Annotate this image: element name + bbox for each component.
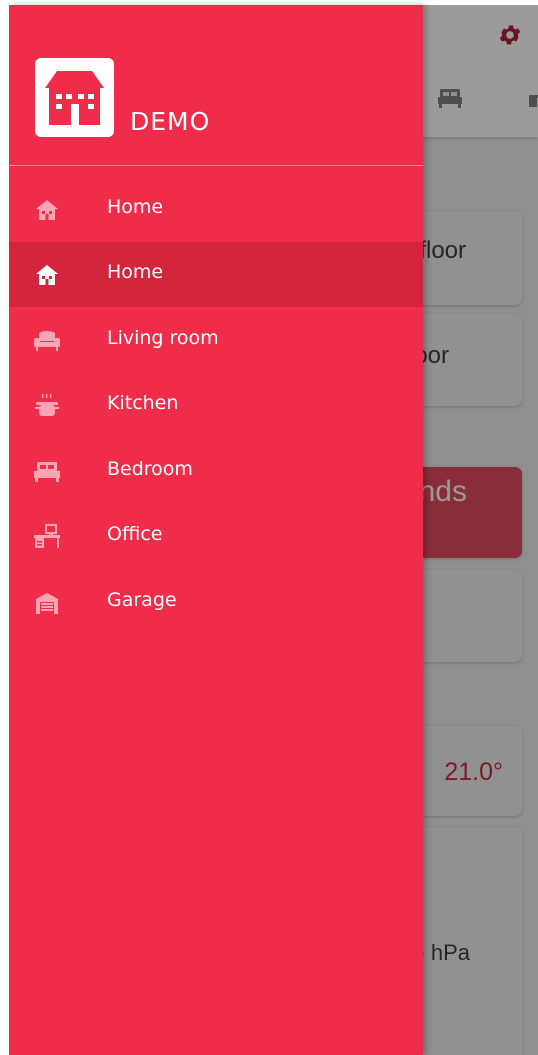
- desk-icon: [33, 524, 61, 550]
- drawer-item-label: Living room: [107, 327, 219, 349]
- gear-icon: [499, 25, 521, 45]
- navigation-drawer: DEMO Home Home Living room Kitchen Bedro…: [9, 5, 423, 1055]
- drawer-item-label: Home: [107, 261, 164, 283]
- drawer-item-living-room[interactable]: Living room: [9, 308, 423, 373]
- app-logo: [35, 58, 114, 137]
- drawer-item-label: Bedroom: [107, 458, 193, 480]
- drawer-item-home[interactable]: Home: [9, 177, 423, 242]
- tab-office[interactable]: [529, 87, 538, 113]
- desk-icon: [529, 95, 538, 107]
- home-icon: [33, 262, 61, 288]
- garage-icon: [33, 590, 61, 616]
- bed-icon: [438, 89, 462, 108]
- app-name: DEMO: [130, 107, 211, 136]
- drawer-header: DEMO: [9, 5, 423, 166]
- bed-icon: [33, 459, 61, 485]
- drawer-item-label: Kitchen: [107, 392, 179, 414]
- drawer-item-label: Office: [107, 523, 163, 545]
- drawer-item-bedroom[interactable]: Bedroom: [9, 439, 423, 504]
- home-icon: [33, 197, 61, 223]
- settings-button[interactable]: [494, 19, 526, 51]
- drawer-item-garage[interactable]: Garage: [9, 570, 423, 635]
- house-logo-icon: [45, 71, 104, 125]
- cooking-pot-icon: [33, 393, 61, 419]
- drawer-item-office[interactable]: Office: [9, 504, 423, 569]
- drawer-item-kitchen[interactable]: Kitchen: [9, 373, 423, 438]
- drawer-item-home-active[interactable]: Home: [9, 242, 423, 307]
- tab-bedroom[interactable]: [437, 87, 463, 113]
- drawer-item-label: Garage: [107, 589, 177, 611]
- drawer-item-label: Home: [107, 196, 164, 218]
- armchair-icon: [33, 328, 61, 354]
